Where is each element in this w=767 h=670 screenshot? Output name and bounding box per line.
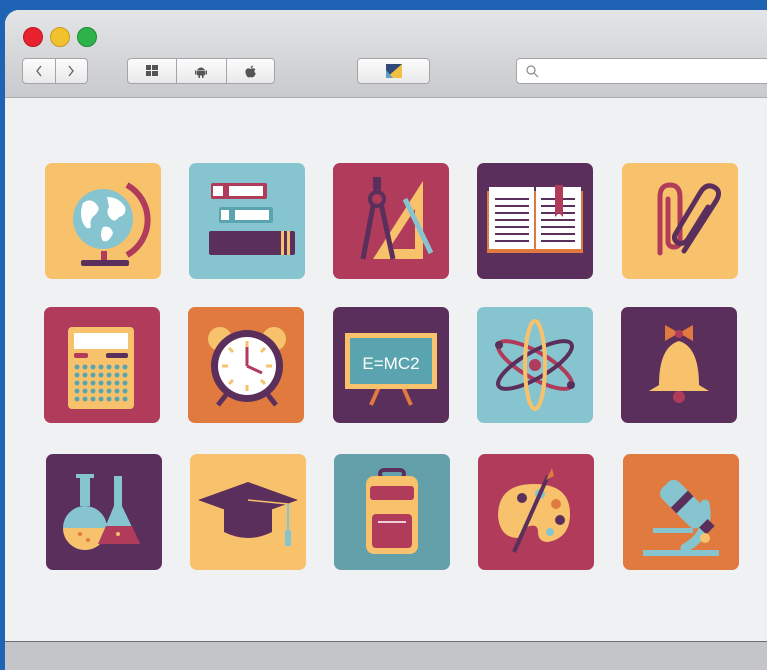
- paint-palette-icon: [498, 468, 570, 553]
- app-switcher-button[interactable]: [357, 58, 430, 84]
- close-window-button[interactable]: [23, 27, 43, 47]
- paperclip-icon-tile[interactable]: [622, 163, 738, 279]
- compass-ruler-icon-tile[interactable]: [333, 163, 449, 279]
- apple-icon: [245, 65, 256, 77]
- windows-button[interactable]: [128, 59, 178, 83]
- back-button[interactable]: [23, 59, 56, 83]
- chalkboard-icon-tile[interactable]: E=MC2: [333, 307, 449, 423]
- calculator-icon: [68, 327, 134, 409]
- bell-icon: [649, 325, 709, 403]
- chalkboard-icon: E=MC2: [345, 333, 437, 406]
- apple-button[interactable]: [227, 59, 274, 83]
- graduation-cap-icon: [198, 482, 298, 546]
- chalkboard-formula: E=MC2: [362, 354, 419, 373]
- title-bar: [5, 10, 767, 98]
- paperclip-icon: [657, 182, 722, 256]
- android-button[interactable]: [177, 59, 227, 83]
- status-bar: [5, 641, 767, 670]
- windows-icon: [146, 65, 159, 76]
- globe-icon: [73, 182, 151, 266]
- flasks-icon: [63, 474, 140, 550]
- backpack-icon: [366, 468, 418, 554]
- flasks-icon-tile[interactable]: [46, 454, 162, 570]
- alarm-clock-icon: [208, 327, 286, 407]
- chevron-left-icon: [35, 65, 42, 77]
- microscope-icon: [643, 479, 719, 556]
- platform-switcher: [127, 58, 275, 84]
- backpack-icon-tile[interactable]: [334, 454, 450, 570]
- globe-icon-tile[interactable]: [45, 163, 161, 279]
- search-icon: [526, 65, 539, 78]
- microscope-icon-tile[interactable]: [623, 454, 739, 570]
- android-icon: [195, 67, 208, 78]
- calculator-icon-tile[interactable]: [44, 307, 160, 423]
- icon-grid: E=MC2: [5, 98, 767, 641]
- chevron-right-icon: [68, 65, 75, 77]
- compass-ruler-icon: [360, 177, 434, 260]
- browser-window: E=MC2: [5, 10, 767, 670]
- open-book-icon: [487, 185, 583, 253]
- zoom-window-button[interactable]: [77, 27, 97, 47]
- bell-icon-tile[interactable]: [621, 307, 737, 423]
- paint-palette-icon-tile[interactable]: [478, 454, 594, 570]
- search-input[interactable]: [516, 58, 767, 84]
- alarm-clock-icon-tile[interactable]: [188, 307, 304, 423]
- books-icon: [209, 183, 295, 255]
- minimize-window-button[interactable]: [50, 27, 70, 47]
- graduation-cap-icon-tile[interactable]: [190, 454, 306, 570]
- forward-button[interactable]: [56, 59, 88, 83]
- books-icon-tile[interactable]: [189, 163, 305, 279]
- open-book-icon-tile[interactable]: [477, 163, 593, 279]
- nav-buttons: [22, 58, 88, 84]
- app-logo-icon: [385, 64, 402, 78]
- atom-icon-tile[interactable]: [477, 307, 593, 423]
- atom-icon: [495, 319, 575, 411]
